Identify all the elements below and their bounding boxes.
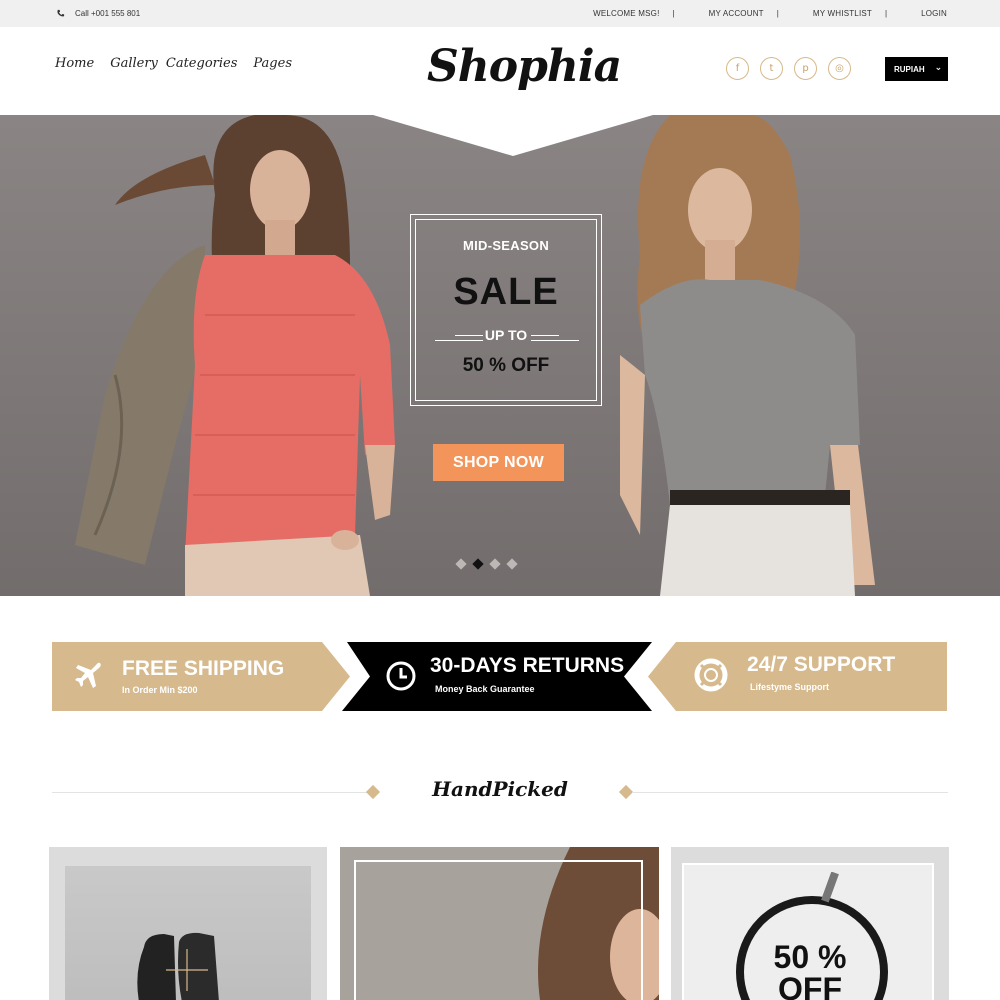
nav-pages[interactable]: Pages (253, 56, 292, 71)
plus-icon (166, 949, 208, 991)
divider-right (531, 340, 579, 341)
phone-icon (57, 9, 65, 17)
slide-dot-active[interactable] (472, 558, 484, 570)
header: Home Gallery Categories Pages Shophia f … (0, 27, 1000, 115)
facebook-icon[interactable]: f (726, 57, 749, 80)
nav-gallery[interactable]: Gallery (110, 56, 158, 71)
sale-headline: SALE (453, 271, 559, 313)
top-links: WELCOME MSG! | MY ACCOUNT | MY WHISTLIST… (593, 9, 947, 18)
social-links: f t p ◎ (726, 57, 851, 80)
chevron-down-icon: ⌄ (934, 61, 943, 72)
clock-icon (386, 661, 416, 691)
call-info: Call +001 555 801 (56, 9, 140, 18)
hero-model-right-image (620, 115, 875, 596)
airplane-icon (75, 662, 101, 688)
sale-banner: MID-SEASON SALE UP TO 50 % OFF (410, 214, 602, 406)
twitter-icon[interactable]: t (760, 57, 783, 80)
site-logo[interactable]: Shophia (427, 41, 622, 92)
sale-discount: 50 % OFF (462, 355, 550, 376)
section-title: HandPicked (432, 777, 568, 801)
feature-subtitle: Lifestyme Support (750, 682, 830, 692)
top-bar: Call +001 555 801 WELCOME MSG! | MY ACCO… (0, 0, 1000, 27)
currency-select[interactable]: RUPIAH ⌄ (885, 57, 948, 81)
product-card-boots[interactable] (49, 847, 327, 1000)
separator: | (672, 9, 675, 18)
header-notch (373, 115, 653, 156)
slide-dot[interactable] (506, 558, 518, 570)
card-discount-off: OFF (778, 971, 842, 1000)
call-text: Call +001 555 801 (75, 9, 141, 18)
instagram-icon[interactable]: ◎ (828, 57, 851, 80)
sale-kicker: MID-SEASON (462, 238, 550, 253)
nav-categories[interactable]: Categories (166, 56, 238, 71)
separator: | (885, 9, 888, 18)
login-link[interactable]: LOGIN (921, 9, 947, 18)
hero-model-left-image (75, 115, 395, 596)
divider-right-outer (531, 335, 559, 336)
feature-subtitle: Money Back Guarantee (435, 684, 535, 694)
feature-title: FREE SHIPPING (122, 657, 285, 680)
product-card-bracelet[interactable]: 50 % OFF (671, 847, 949, 1000)
feature-returns: 30-DAYS RETURNS Money Back Guarantee (345, 642, 650, 711)
currency-label: RUPIAH (894, 64, 925, 74)
feature-title: 30-DAYS RETURNS (430, 654, 625, 677)
separator: | (776, 9, 779, 18)
pinterest-icon[interactable]: p (794, 57, 817, 80)
shop-now-button[interactable]: SHOP NOW (433, 444, 564, 481)
section-divider-right (632, 792, 948, 793)
lifebuoy-icon (694, 658, 728, 692)
main-nav: Home Gallery Categories Pages (55, 56, 308, 71)
my-account-link[interactable]: MY ACCOUNT (709, 9, 764, 18)
slide-dot[interactable] (489, 558, 501, 570)
feature-support: 24/7 SUPPORT Lifestyme Support (650, 642, 947, 711)
slider-dots (455, 558, 518, 570)
slide-dot[interactable] (455, 558, 467, 570)
feature-subtitle: In Order Min $200 (122, 685, 198, 695)
welcome-link[interactable]: WELCOME MSG! (593, 9, 659, 18)
feature-free-shipping: FREE SHIPPING In Order Min $200 (52, 642, 352, 711)
product-card-model[interactable] (340, 847, 659, 1000)
wishlist-link[interactable]: MY WHISTLIST (813, 9, 872, 18)
nav-home[interactable]: Home (55, 56, 94, 71)
feature-title: 24/7 SUPPORT (747, 653, 896, 676)
card-frame (354, 860, 643, 1000)
hero-slider: MID-SEASON SALE UP TO 50 % OFF SHOP NOW (0, 115, 1000, 596)
